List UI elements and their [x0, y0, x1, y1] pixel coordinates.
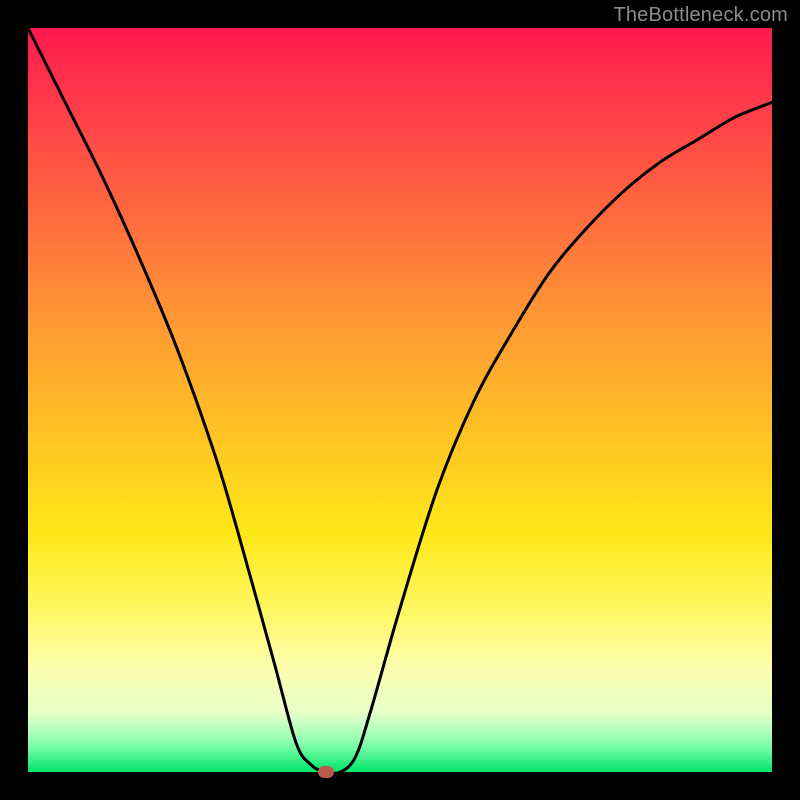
watermark-text: TheBottleneck.com — [613, 4, 788, 27]
optimal-point-marker — [318, 766, 334, 778]
plot-area — [28, 28, 772, 772]
bottleneck-curve — [28, 28, 772, 772]
chart-frame: TheBottleneck.com — [0, 0, 800, 800]
